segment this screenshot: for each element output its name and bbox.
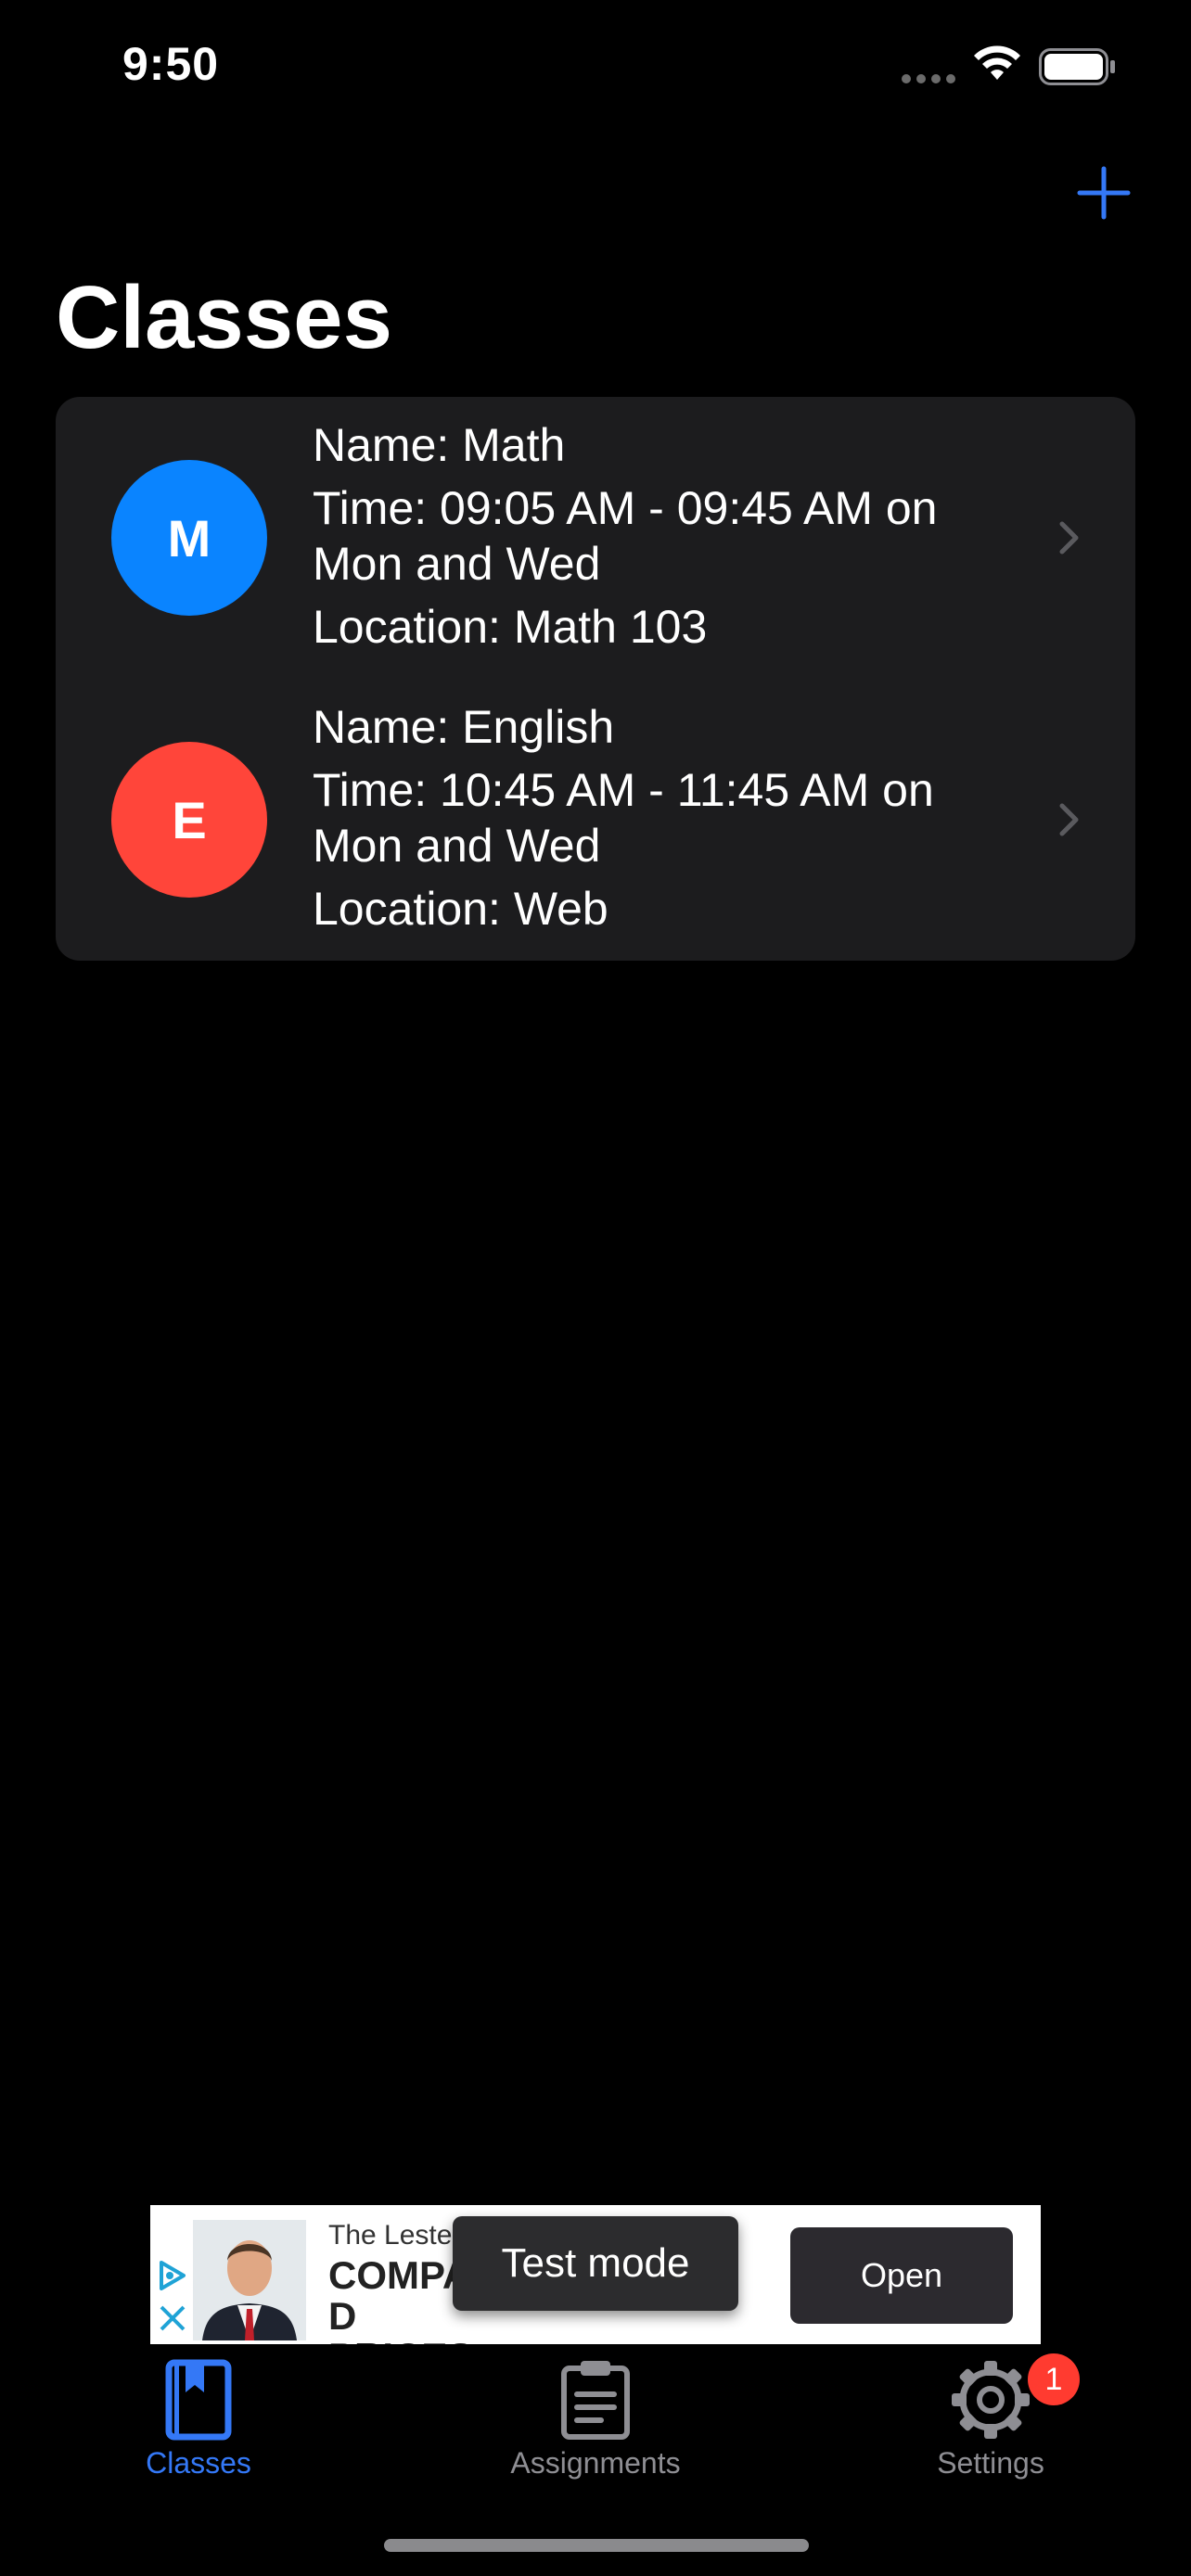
ad-headline-suffix: D	[328, 2294, 357, 2338]
clipboard-icon	[561, 2361, 630, 2440]
page-title: Classes	[56, 268, 392, 367]
class-row-math[interactable]: M Name: Math Time: 09:05 AM - 09:45 AM o…	[56, 397, 1135, 679]
class-info: Name: English Time: 10:45 AM - 11:45 AM …	[313, 699, 1073, 937]
class-days: Mon and Wed	[313, 538, 601, 590]
class-list: M Name: Math Time: 09:05 AM - 09:45 AM o…	[56, 397, 1135, 961]
wifi-icon	[974, 45, 1020, 80]
class-time: Time: 10:45 AM - 11:45 AM on	[313, 764, 934, 816]
avatar-initial: M	[167, 508, 211, 567]
ad-headline-line1: COMPA	[328, 2253, 471, 2297]
class-location: Location: Math 103	[313, 601, 708, 653]
ad-brand: The Lester	[328, 2220, 462, 2251]
battery-icon	[1039, 48, 1115, 85]
chevron-right-icon	[1059, 521, 1079, 555]
cellular-signal-icon	[902, 74, 955, 83]
ad-open-button[interactable]: Open	[790, 2227, 1013, 2324]
gear-icon	[952, 2361, 1030, 2439]
class-row-english[interactable]: E Name: English Time: 10:45 AM - 11:45 A…	[56, 679, 1135, 961]
tab-label: Classes	[146, 2446, 251, 2480]
tab-assignments[interactable]: Assignments	[456, 2344, 735, 2493]
chevron-right-icon	[1059, 803, 1079, 836]
ad-photo	[193, 2220, 306, 2340]
ad-close-icon[interactable]	[158, 2303, 187, 2333]
status-bar: 9:50	[0, 0, 1191, 139]
test-mode-badge: Test mode	[453, 2216, 738, 2311]
ad-choices-icon[interactable]	[156, 2259, 189, 2292]
class-days: Mon and Wed	[313, 820, 601, 872]
class-time: Time: 09:05 AM - 09:45 AM on	[313, 482, 938, 534]
avatar: M	[111, 460, 267, 616]
status-time: 9:50	[122, 38, 220, 90]
class-name: Name: Math	[313, 419, 566, 471]
bookmark-book-icon	[165, 2359, 232, 2441]
class-info: Name: Math Time: 09:05 AM - 09:45 AM on …	[313, 417, 1073, 655]
class-location: Location: Web	[313, 883, 608, 935]
class-name: Name: English	[313, 701, 615, 753]
ad-headline-line2: PRICES	[328, 2337, 755, 2345]
tab-label: Settings	[937, 2446, 1044, 2480]
tab-settings[interactable]: 1 Settings	[852, 2344, 1130, 2493]
add-class-button[interactable]	[1076, 165, 1132, 221]
home-indicator[interactable]	[384, 2539, 809, 2552]
avatar-initial: E	[172, 790, 207, 849]
tab-classes[interactable]: Classes	[59, 2344, 338, 2493]
tab-bar: Classes Assignments 1 Settings	[0, 2344, 1191, 2493]
avatar: E	[111, 742, 267, 898]
tab-label: Assignments	[510, 2446, 681, 2480]
notification-badge: 1	[1028, 2353, 1080, 2405]
